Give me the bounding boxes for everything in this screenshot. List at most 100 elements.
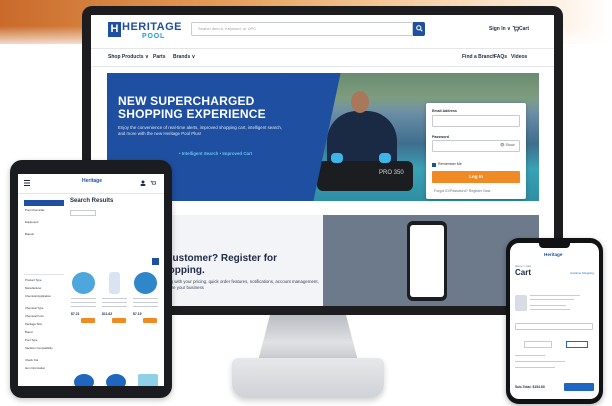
filter-item[interactable]: Brands — [25, 232, 34, 236]
tablet-logo[interactable]: Heritage — [82, 178, 102, 184]
product-price: $7.19 — [133, 312, 142, 316]
logo-word: HERITAGE — [122, 21, 183, 33]
tablet-screen: Heritage Pool Chemicals Equipment Brands… — [18, 174, 164, 386]
search-button[interactable] — [413, 22, 425, 36]
phone-notch — [539, 243, 570, 248]
show-password-toggle[interactable]: 👁 Show — [500, 143, 515, 147]
product-card[interactable]: $11.62 — [101, 270, 128, 326]
filter-item[interactable]: Pool Chemicals — [25, 208, 44, 212]
monitor-stand-neck — [258, 315, 358, 361]
product-text-line — [102, 302, 127, 304]
cart-title: Cart — [515, 268, 532, 277]
checkout-button[interactable] — [564, 383, 594, 391]
register-body: ordering with your pricing, quick order … — [157, 279, 319, 290]
product-text-line — [133, 302, 158, 304]
hero-body: Enjoy the convenience of real-time alert… — [118, 125, 283, 137]
sort-select[interactable] — [70, 210, 96, 216]
logo-sub: POOL — [142, 33, 166, 40]
product-text-line — [71, 298, 96, 300]
subtotal-text: Sub-Total: $154.80 — [515, 385, 545, 389]
product-card[interactable]: $7.19 — [132, 270, 159, 326]
nav-find-branch[interactable]: Find a Branch — [462, 54, 495, 60]
continue-shopping-link[interactable]: Continue Shopping — [570, 271, 594, 275]
photo-person-head — [351, 91, 369, 113]
product-price: $7.21 — [71, 312, 80, 316]
add-to-cart-button[interactable] — [81, 318, 95, 323]
nav-faqs[interactable]: FAQs — [494, 54, 507, 60]
filter-item[interactable]: Brand — [25, 330, 32, 334]
log-in-button[interactable]: Log In — [432, 171, 520, 183]
cart-item-text-line — [530, 299, 574, 301]
login-panel: Email Address Password 👁 Show Remember M… — [426, 103, 526, 199]
logo-mark: H — [108, 22, 121, 37]
filter-item[interactable]: Check Out — [25, 358, 38, 362]
hero-feature-links[interactable]: • Intelligent Search • Improved Cart — [179, 151, 252, 156]
notes-input[interactable] — [515, 323, 593, 330]
product-card[interactable]: $7.21 — [70, 270, 97, 326]
cart-summary-line — [515, 361, 565, 363]
promo-phone — [407, 221, 447, 301]
filter-item[interactable]: Chemical Type — [25, 306, 43, 310]
cart-link[interactable]: Cart — [519, 26, 529, 32]
product-image — [134, 272, 157, 294]
product-image — [72, 272, 95, 294]
filter-divider — [24, 274, 64, 275]
filter-item[interactable]: Chemical Application — [25, 294, 51, 298]
hero-title: NEW SUPERCHARGED SHOPPING EXPERIENCE — [118, 94, 266, 121]
filter-item[interactable]: Item Information — [25, 366, 45, 370]
pool-robot: PRO 350 — [317, 161, 413, 191]
phone-logo[interactable]: Heritage — [544, 252, 562, 257]
remember-me-label: Remember Me — [438, 162, 462, 166]
unit-select[interactable] — [566, 341, 588, 348]
cart-item-image — [515, 295, 527, 311]
password-label: Password — [432, 135, 449, 139]
promo-phone-screen — [410, 225, 444, 297]
email-field[interactable] — [432, 115, 520, 127]
sign-in-menu[interactable]: Sign In ∨ — [489, 26, 511, 32]
product-image-row2 — [138, 374, 158, 386]
add-to-cart-button[interactable] — [143, 318, 157, 323]
filter-item[interactable]: Sanitizer Compatibility — [25, 346, 53, 350]
quantity-stepper[interactable] — [524, 341, 552, 348]
filter-item[interactable]: Manufacturer — [25, 286, 41, 290]
cart-item-text-line — [530, 305, 566, 307]
product-image-row2 — [106, 374, 126, 386]
filter-item[interactable]: Chemical Form — [25, 314, 44, 318]
grid-view-icon[interactable] — [152, 258, 159, 265]
product-text-line — [102, 298, 127, 300]
product-image — [109, 272, 120, 294]
results-title: Search Results — [70, 198, 114, 204]
product-marketing-composite: H HERITAGE POOL Search Item #, Keyword, … — [0, 0, 612, 406]
account-icon[interactable] — [140, 180, 146, 186]
remember-me-checkbox[interactable] — [432, 163, 436, 167]
filter-item[interactable]: Equipment — [25, 220, 38, 224]
main-nav: Shop Products ∨ Parts Brands ∨ Find a Br… — [91, 49, 554, 67]
product-price: $11.62 — [102, 312, 113, 316]
tablet-header: Heritage — [18, 174, 164, 194]
email-label: Email Address — [432, 109, 457, 113]
robot-label: PRO 350 — [379, 170, 404, 176]
photo-glove-left — [331, 153, 343, 163]
product-text-line — [71, 302, 96, 304]
filter-item[interactable]: Product Type — [25, 278, 41, 282]
nav-parts[interactable]: Parts — [153, 54, 166, 60]
filter-item[interactable]: Package Size — [25, 322, 42, 326]
filter-item[interactable]: Pool Type — [25, 338, 37, 342]
product-text-line — [102, 306, 127, 308]
tablet-device: Heritage Pool Chemicals Equipment Brands… — [10, 160, 172, 398]
add-to-cart-button[interactable] — [112, 318, 126, 323]
forgot-register-links[interactable]: Forgot ID/Password? Register Now — [434, 189, 490, 193]
photo-glove-right — [379, 153, 391, 163]
tablet-cart-icon[interactable] — [150, 180, 156, 186]
nav-videos[interactable]: Videos — [511, 54, 527, 60]
search-icon — [416, 25, 423, 32]
search-input[interactable]: Search Item #, Keyword, or UPC — [191, 22, 413, 36]
cart-icon[interactable] — [512, 25, 519, 32]
cart-summary-line — [515, 367, 555, 369]
heritage-pool-logo[interactable]: H HERITAGE POOL — [108, 22, 182, 42]
product-text-line — [133, 298, 158, 300]
menu-icon[interactable] — [24, 180, 30, 186]
nav-shop-products[interactable]: Shop Products ∨ — [108, 54, 149, 60]
nav-brands[interactable]: Brands ∨ — [173, 54, 195, 60]
cart-item-text-line — [530, 309, 570, 311]
